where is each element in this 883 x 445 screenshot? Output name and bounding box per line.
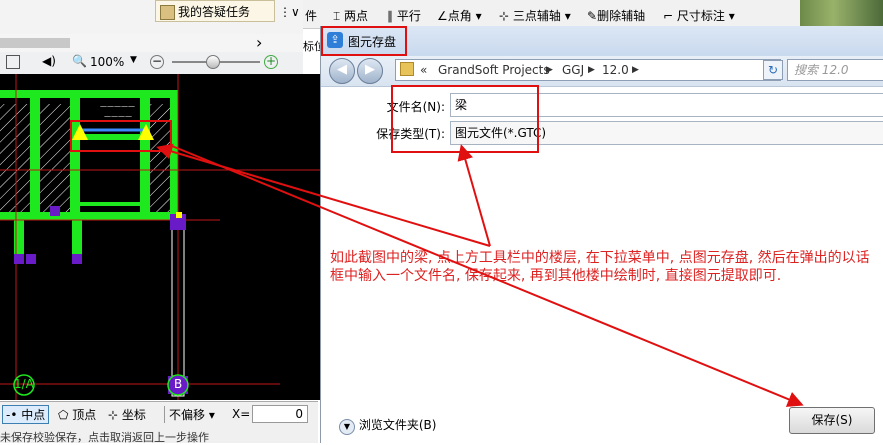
arrow-to-save [171,145,804,407]
arrow-to-fields [457,144,491,247]
annotation-arrows [156,143,804,407]
arrow-to-beam [156,143,491,247]
